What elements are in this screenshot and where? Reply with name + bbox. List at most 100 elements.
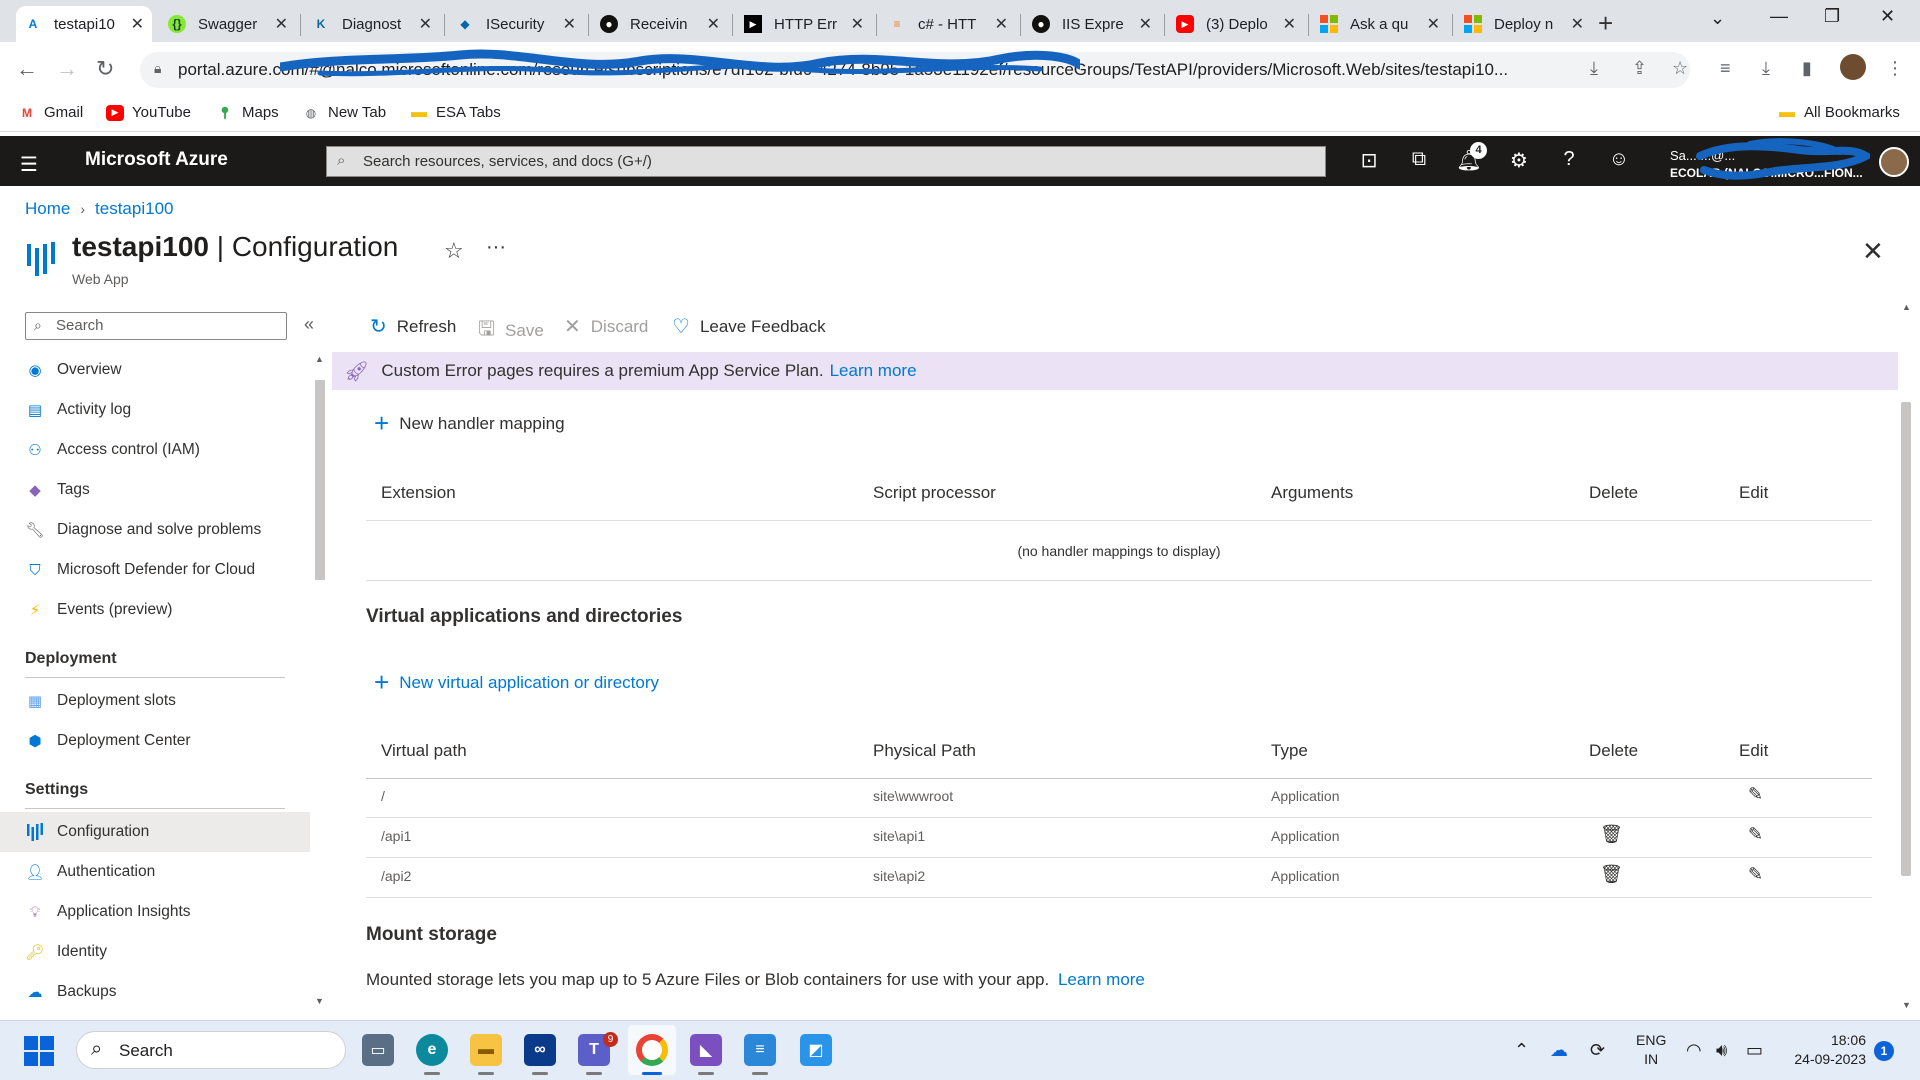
install-app-icon[interactable]: ⤓ (1590, 58, 1598, 79)
column-header-type[interactable]: Type (1271, 741, 1308, 761)
sidebar-item-overview[interactable]: ◉ Overview (0, 350, 310, 390)
scrollbar-thumb[interactable] (315, 380, 325, 580)
sidebar-item-backups[interactable]: ☁ Backups (0, 972, 310, 1012)
windows-start-icon[interactable] (24, 1036, 54, 1066)
reload-icon[interactable]: ↻ (96, 56, 114, 82)
browser-tab[interactable]: Deploy n ✕ (1456, 6, 1592, 42)
leave-feedback-button[interactable]: ♡ Leave Feedback (672, 314, 826, 339)
wifi-icon[interactable]: ◠ (1686, 1040, 1702, 1061)
trash-icon[interactable]: 🗑︎ (1600, 824, 1623, 845)
browser-tab[interactable]: ● Receivin ✕ (592, 6, 728, 42)
browser-menu-icon[interactable]: ⋮ (1886, 58, 1904, 79)
browser-tab[interactable]: K Diagnost ✕ (304, 6, 440, 42)
browser-tab[interactable]: Ask a qu ✕ (1312, 6, 1448, 42)
close-tab-icon[interactable]: ✕ (707, 14, 720, 34)
all-bookmarks[interactable]: ▬ All Bookmarks (1778, 104, 1900, 122)
photos-icon[interactable]: ◩ (800, 1034, 832, 1066)
column-header-script-processor[interactable]: Script processor (873, 483, 996, 503)
scroll-down-icon[interactable]: ▼ (1902, 1000, 1911, 1010)
chrome-icon[interactable] (636, 1034, 668, 1066)
side-panel-icon[interactable]: ▮ (1802, 58, 1812, 79)
browser-tab[interactable]: ≡ c# - HTT ✕ (880, 6, 1016, 42)
global-search-input[interactable]: ⌕ Search resources, services, and docs (… (326, 146, 1326, 177)
file-explorer-icon[interactable]: ▬ (470, 1034, 502, 1066)
sidebar-item-events[interactable]: ⚡︎ Events (preview) (0, 590, 310, 630)
edit-pencil-icon[interactable]: ✎ (1748, 784, 1763, 805)
help-icon[interactable]: ? (1556, 148, 1582, 171)
show-hidden-icons-chevron-icon[interactable]: ⌃ (1514, 1040, 1529, 1061)
task-view-icon[interactable]: ▭ (362, 1034, 394, 1066)
bookmark-new-tab[interactable]: ◍ New Tab (302, 104, 386, 121)
edit-pencil-icon[interactable]: ✎ (1748, 824, 1763, 845)
browser-tab[interactable]: ● IIS Expre ✕ (1024, 6, 1160, 42)
feedback-icon[interactable]: ☺ (1606, 148, 1632, 171)
sidebar-item-diagnose[interactable]: 🔧︎ Diagnose and solve problems (0, 510, 310, 550)
scroll-up-icon[interactable]: ▲ (315, 354, 324, 364)
edit-pencil-icon[interactable]: ✎ (1748, 864, 1763, 885)
battery-icon[interactable]: ▭ (1746, 1040, 1763, 1061)
webex-icon[interactable]: ∞ (524, 1034, 556, 1066)
directory-filter-icon[interactable]: ⧉ (1406, 148, 1432, 171)
column-header-physical-path[interactable]: Physical Path (873, 741, 976, 761)
sidebar-item-identity[interactable]: 🔑︎ Identity (0, 932, 310, 972)
portal-menu-icon[interactable]: ☰ (20, 152, 38, 177)
sidebar-scrollbar[interactable]: ▲ ▼ (313, 352, 327, 1010)
close-tab-icon[interactable]: ✕ (1571, 14, 1584, 34)
minimize-icon[interactable]: — (1770, 6, 1788, 27)
sync-icon[interactable]: ⟳ (1590, 1040, 1605, 1061)
close-icon[interactable]: ✕ (1862, 236, 1884, 267)
visual-studio-icon[interactable]: ◣ (690, 1034, 722, 1066)
new-handler-mapping-button[interactable]: + New handler mapping (374, 408, 565, 439)
taskbar-search-input[interactable]: ⌕ Search (76, 1031, 346, 1069)
close-tab-icon[interactable]: ✕ (1283, 14, 1296, 34)
close-tab-icon[interactable]: ✕ (419, 14, 432, 34)
scroll-down-icon[interactable]: ▼ (315, 996, 324, 1006)
discard-button[interactable]: ✕ Discard (564, 314, 648, 339)
tab-search-icon[interactable]: ⌄ (1710, 8, 1725, 29)
sidebar-item-configuration[interactable]: Configuration (0, 812, 310, 852)
save-button[interactable]: 🖫 Save (478, 314, 544, 348)
new-tab-icon[interactable]: + (1598, 8, 1613, 39)
notification-center-badge[interactable]: 1 (1874, 1041, 1894, 1061)
browser-tab[interactable]: {} Swagger ✕ (160, 6, 296, 42)
onedrive-cloud-icon[interactable]: ☁ (1550, 1040, 1568, 1061)
column-header-extension[interactable]: Extension (381, 483, 456, 503)
mount-storage-learn-more-link[interactable]: Learn more (1058, 970, 1145, 989)
sidebar-item-deployment-center[interactable]: ⬢ Deployment Center (0, 721, 310, 761)
content-scrollbar[interactable]: ▲ ▼ (1898, 300, 1914, 1016)
breadcrumb-resource-link[interactable]: testapi100 (95, 199, 173, 219)
bookmark-youtube[interactable]: ▶ YouTube (106, 104, 191, 121)
browser-tab[interactable]: A testapi10 ✕ (16, 6, 152, 42)
banner-learn-more-link[interactable]: Learn more (830, 361, 917, 381)
sidebar-item-deployment-slots[interactable]: ▦ Deployment slots (0, 681, 310, 721)
sidebar-item-access-control[interactable]: ⚇ Access control (IAM) (0, 430, 310, 470)
scrollbar-thumb[interactable] (1901, 402, 1911, 876)
browser-tab[interactable]: ▶ HTTP Err ✕ (736, 6, 872, 42)
more-options-icon[interactable]: ··· (486, 236, 506, 259)
refresh-button[interactable]: ↻ Refresh (370, 314, 456, 339)
system-clock[interactable]: 18:06 24-09-2023 (1790, 1031, 1866, 1069)
browser-tab[interactable]: ▶ (3) Deplo ✕ (1168, 6, 1304, 42)
close-tab-icon[interactable]: ✕ (131, 14, 144, 34)
trash-icon[interactable]: 🗑︎ (1600, 864, 1623, 885)
close-tab-icon[interactable]: ✕ (1139, 14, 1152, 34)
sidebar-item-authentication[interactable]: 👤︎ Authentication (0, 852, 310, 892)
close-tab-icon[interactable]: ✕ (563, 14, 576, 34)
lock-icon[interactable]: 🔒︎ (154, 60, 161, 77)
browser-tab[interactable]: ◆ ISecurity ✕ (448, 6, 584, 42)
close-tab-icon[interactable]: ✕ (995, 14, 1008, 34)
breadcrumb-home-link[interactable]: Home (25, 199, 70, 219)
forward-icon[interactable]: → (56, 56, 78, 82)
bookmark-gmail[interactable]: M Gmail (18, 104, 83, 121)
back-icon[interactable]: ← (16, 56, 38, 82)
downloads-icon[interactable]: ⤓ (1762, 58, 1770, 79)
collapse-menu-icon[interactable]: « (304, 314, 314, 335)
sidebar-item-defender[interactable]: ⛉ Microsoft Defender for Cloud (0, 550, 310, 590)
column-header-virtual-path[interactable]: Virtual path (381, 741, 467, 761)
close-tab-icon[interactable]: ✕ (1427, 14, 1440, 34)
bookmark-star-icon[interactable]: ☆ (1672, 58, 1688, 79)
close-tab-icon[interactable]: ✕ (275, 14, 288, 34)
menu-search-input[interactable]: ⌕ Search (25, 312, 287, 340)
account-avatar[interactable] (1879, 147, 1909, 177)
restore-icon[interactable]: ❐ (1824, 6, 1840, 27)
